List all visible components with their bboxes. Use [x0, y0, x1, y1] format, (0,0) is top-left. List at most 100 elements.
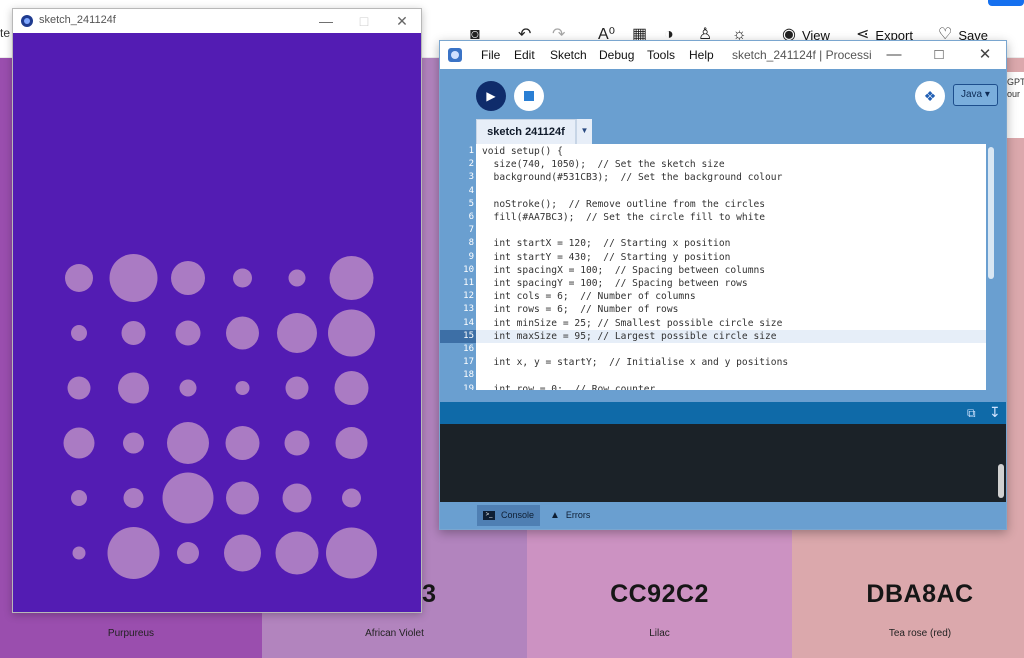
tab-menu-dropdown[interactable]: ▼: [576, 119, 592, 144]
minimize-button[interactable]: —: [879, 45, 909, 65]
menu-tools[interactable]: Tools: [647, 48, 675, 62]
sketch-circle: [71, 325, 87, 341]
sketch-circle: [225, 426, 260, 460]
code-line[interactable]: 4: [440, 185, 986, 198]
code-line[interactable]: 2 size(740, 1050); // Set the sketch siz…: [440, 158, 986, 171]
menu-file[interactable]: File: [481, 48, 500, 62]
sketch-circle: [167, 422, 209, 464]
console-scrollbar[interactable]: [998, 464, 1004, 498]
code-text: int spacingY = 100; // Spacing between r…: [482, 278, 748, 289]
code-line[interactable]: 11 int spacingY = 100; // Spacing betwee…: [440, 277, 986, 290]
sketch-circle: [226, 481, 259, 515]
menu-sketch[interactable]: Sketch: [550, 48, 587, 62]
code-editor[interactable]: 1 void setup() {2 size(740, 1050); // Set…: [440, 144, 986, 390]
line-number: 11: [463, 278, 474, 288]
sketch-canvas: [13, 33, 421, 612]
menu-debug[interactable]: Debug: [599, 48, 634, 62]
line-number: 12: [463, 291, 474, 302]
truncated-text: te: [0, 26, 11, 40]
sketch-circle: [107, 527, 160, 579]
close-button[interactable]: ✕: [389, 11, 415, 31]
code-text: int spacingX = 100; // Spacing between c…: [482, 264, 766, 276]
line-number: 4: [468, 185, 474, 196]
accent-badge: [988, 0, 1024, 6]
code-line[interactable]: 3 background(#531CB3); // Set the backgr…: [440, 171, 986, 184]
ide-footer: >_ Console ▲ Errors: [440, 502, 1006, 529]
scrollbar-thumb[interactable]: [988, 147, 994, 279]
sketch-circle: [63, 427, 95, 459]
tab-console[interactable]: >_ Console: [477, 505, 540, 526]
processing-ide-window[interactable]: File Edit Sketch Debug Tools Help sketch…: [439, 40, 1007, 530]
editor-scrollbar[interactable]: [986, 144, 1006, 390]
code-line[interactable]: 19 int row = 0; // Row counter: [440, 383, 986, 390]
play-icon: ▶: [486, 89, 496, 103]
line-number: 16: [463, 344, 474, 354]
console-output[interactable]: [440, 424, 1006, 502]
code-line[interactable]: 7: [440, 224, 986, 237]
sketch-window-title: sketch_241124f: [39, 14, 116, 26]
maximize-button[interactable]: □: [351, 11, 377, 31]
ide-window-title: sketch_241124f | Processin...: [732, 48, 872, 62]
line-number: 8: [468, 238, 474, 249]
line-number: 3: [468, 172, 474, 183]
ide-titlebar[interactable]: File Edit Sketch Debug Tools Help sketch…: [440, 41, 1006, 69]
code-line[interactable]: 17 int x, y = startY; // Initialise x an…: [440, 356, 986, 369]
mode-selector[interactable]: Java ▾: [953, 84, 998, 106]
sketch-output-window[interactable]: sketch_241124f — □ ✕: [12, 8, 422, 613]
copy-icon[interactable]: ⧉: [967, 406, 976, 421]
code-text: fill(#AA7BC3); // Set the circle fill to…: [482, 212, 766, 223]
sketch-titlebar[interactable]: sketch_241124f — □ ✕: [13, 9, 421, 33]
tab-errors[interactable]: ▲ Errors: [550, 505, 590, 526]
code-line[interactable]: 13 int rows = 6; // Number of rows: [440, 303, 986, 316]
sketch-circle: [121, 321, 146, 345]
code-line[interactable]: 1 void setup() {: [440, 145, 986, 158]
sketch-tab-bar: sketch 241124f ▼: [476, 119, 984, 144]
swatch-color-name: Purpureus: [107, 628, 155, 639]
sketch-circle: [171, 261, 205, 295]
sketch-circle: [235, 381, 250, 395]
tab-sketch[interactable]: sketch 241124f: [476, 119, 576, 144]
butterfly-icon: ❖: [923, 88, 937, 104]
line-number: 17: [463, 357, 474, 368]
code-line[interactable]: 9 int startY = 430; // Starting y positi…: [440, 251, 986, 264]
debugger-button[interactable]: ❖: [915, 81, 945, 111]
sketch-circle: [118, 372, 149, 404]
code-text: int startY = 430; // Starting y position: [482, 251, 731, 263]
code-text: int rows = 6; // Number of rows: [482, 304, 679, 316]
code-text: int row = 0; // Row counter: [482, 383, 656, 390]
warning-icon: ▲: [550, 510, 560, 521]
menu-help[interactable]: Help: [689, 48, 714, 62]
sketch-circle: [175, 320, 201, 346]
sketch-circle: [328, 309, 375, 357]
sketch-circle: [109, 254, 158, 302]
code-line[interactable]: 8 int startX = 120; // Starting x positi…: [440, 237, 986, 250]
code-line[interactable]: 18: [440, 369, 986, 382]
clear-console-icon[interactable]: ↧: [989, 404, 1001, 421]
code-text: int startX = 120; // Starting x position: [482, 238, 731, 250]
sketch-circle: [334, 371, 369, 405]
run-button[interactable]: ▶: [476, 81, 506, 111]
sketch-circle: [67, 376, 91, 400]
maximize-button[interactable]: □: [924, 45, 954, 65]
minimize-button[interactable]: —: [313, 11, 339, 31]
line-number: 2: [468, 159, 474, 170]
code-line[interactable]: 14 int minSize = 25; // Smallest possibl…: [440, 317, 986, 330]
line-number: 15: [463, 330, 474, 341]
code-line[interactable]: 12 int cols = 6; // Number of columns: [440, 290, 986, 303]
code-line[interactable]: 10 int spacingX = 100; // Spacing betwee…: [440, 264, 986, 277]
code-line[interactable]: 16: [440, 343, 986, 356]
code-line[interactable]: 5 noStroke(); // Remove outline from the…: [440, 198, 986, 211]
swatch-hex-code: CC92C2: [610, 580, 709, 608]
line-number: 19: [463, 383, 474, 390]
code-line[interactable]: 15 int maxSize = 95; // Largest possible…: [440, 329, 986, 343]
side-panel-fragment: GPT our: [1007, 72, 1024, 138]
close-button[interactable]: ✕: [970, 45, 1000, 65]
code-text: noStroke(); // Remove outline from the c…: [482, 198, 766, 210]
line-number: 13: [463, 304, 474, 315]
code-text: void setup() {: [482, 146, 563, 157]
sketch-circle: [224, 534, 261, 572]
sketch-circle: [177, 542, 199, 564]
menu-edit[interactable]: Edit: [514, 48, 535, 62]
stop-button[interactable]: [514, 81, 544, 111]
code-line[interactable]: 6 fill(#AA7BC3); // Set the circle fill …: [440, 211, 986, 224]
